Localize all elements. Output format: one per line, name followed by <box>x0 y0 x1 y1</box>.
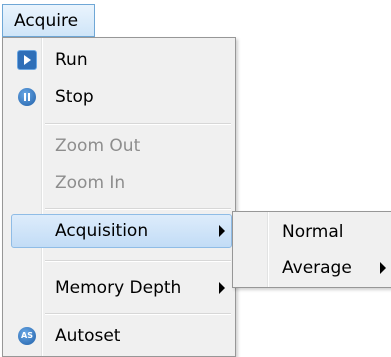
acquire-menu-label: Acquire <box>14 10 79 31</box>
menu-item-run[interactable]: Run <box>3 42 235 78</box>
pause-icon <box>18 88 36 106</box>
submenu-item-normal[interactable]: Normal <box>233 214 391 250</box>
submenu-arrow-icon <box>219 225 225 237</box>
acquisition-submenu: Normal Average <box>232 211 391 288</box>
menu-item-autoset[interactable]: AS Autoset <box>3 318 235 354</box>
menu-item-stop-label: Stop <box>55 87 94 107</box>
submenu-item-normal-label: Normal <box>282 222 344 242</box>
submenu-arrow-icon <box>380 262 386 274</box>
acquire-menu-button[interactable]: Acquire <box>2 4 95 37</box>
menu-item-zoom-out-label: Zoom Out <box>55 136 141 156</box>
menu-item-zoom-in[interactable]: Zoom In <box>3 165 235 201</box>
acquire-dropdown-menu: Run Stop Zoom Out Zoom In Acquisition Me… <box>2 37 236 357</box>
menu-item-acquisition[interactable]: Acquisition <box>3 213 235 249</box>
menu-separator <box>45 260 231 262</box>
menu-item-run-label: Run <box>55 50 88 70</box>
autoset-icon: AS <box>18 327 36 345</box>
menu-item-memory-depth[interactable]: Memory Depth <box>3 270 235 306</box>
menu-item-autoset-label: Autoset <box>55 326 121 346</box>
submenu-item-average-label: Average <box>282 258 352 278</box>
submenu-arrow-icon <box>219 282 225 294</box>
menu-separator <box>45 313 231 315</box>
menu-separator <box>45 123 231 125</box>
menu-separator <box>45 208 231 210</box>
submenu-item-average[interactable]: Average <box>233 250 391 286</box>
menu-item-zoom-in-label: Zoom In <box>55 173 126 193</box>
menu-item-stop[interactable]: Stop <box>3 79 235 115</box>
menu-item-memory-depth-label: Memory Depth <box>55 278 182 298</box>
menu-item-acquisition-label: Acquisition <box>55 221 149 241</box>
play-icon <box>17 50 37 70</box>
menu-item-zoom-out[interactable]: Zoom Out <box>3 128 235 164</box>
